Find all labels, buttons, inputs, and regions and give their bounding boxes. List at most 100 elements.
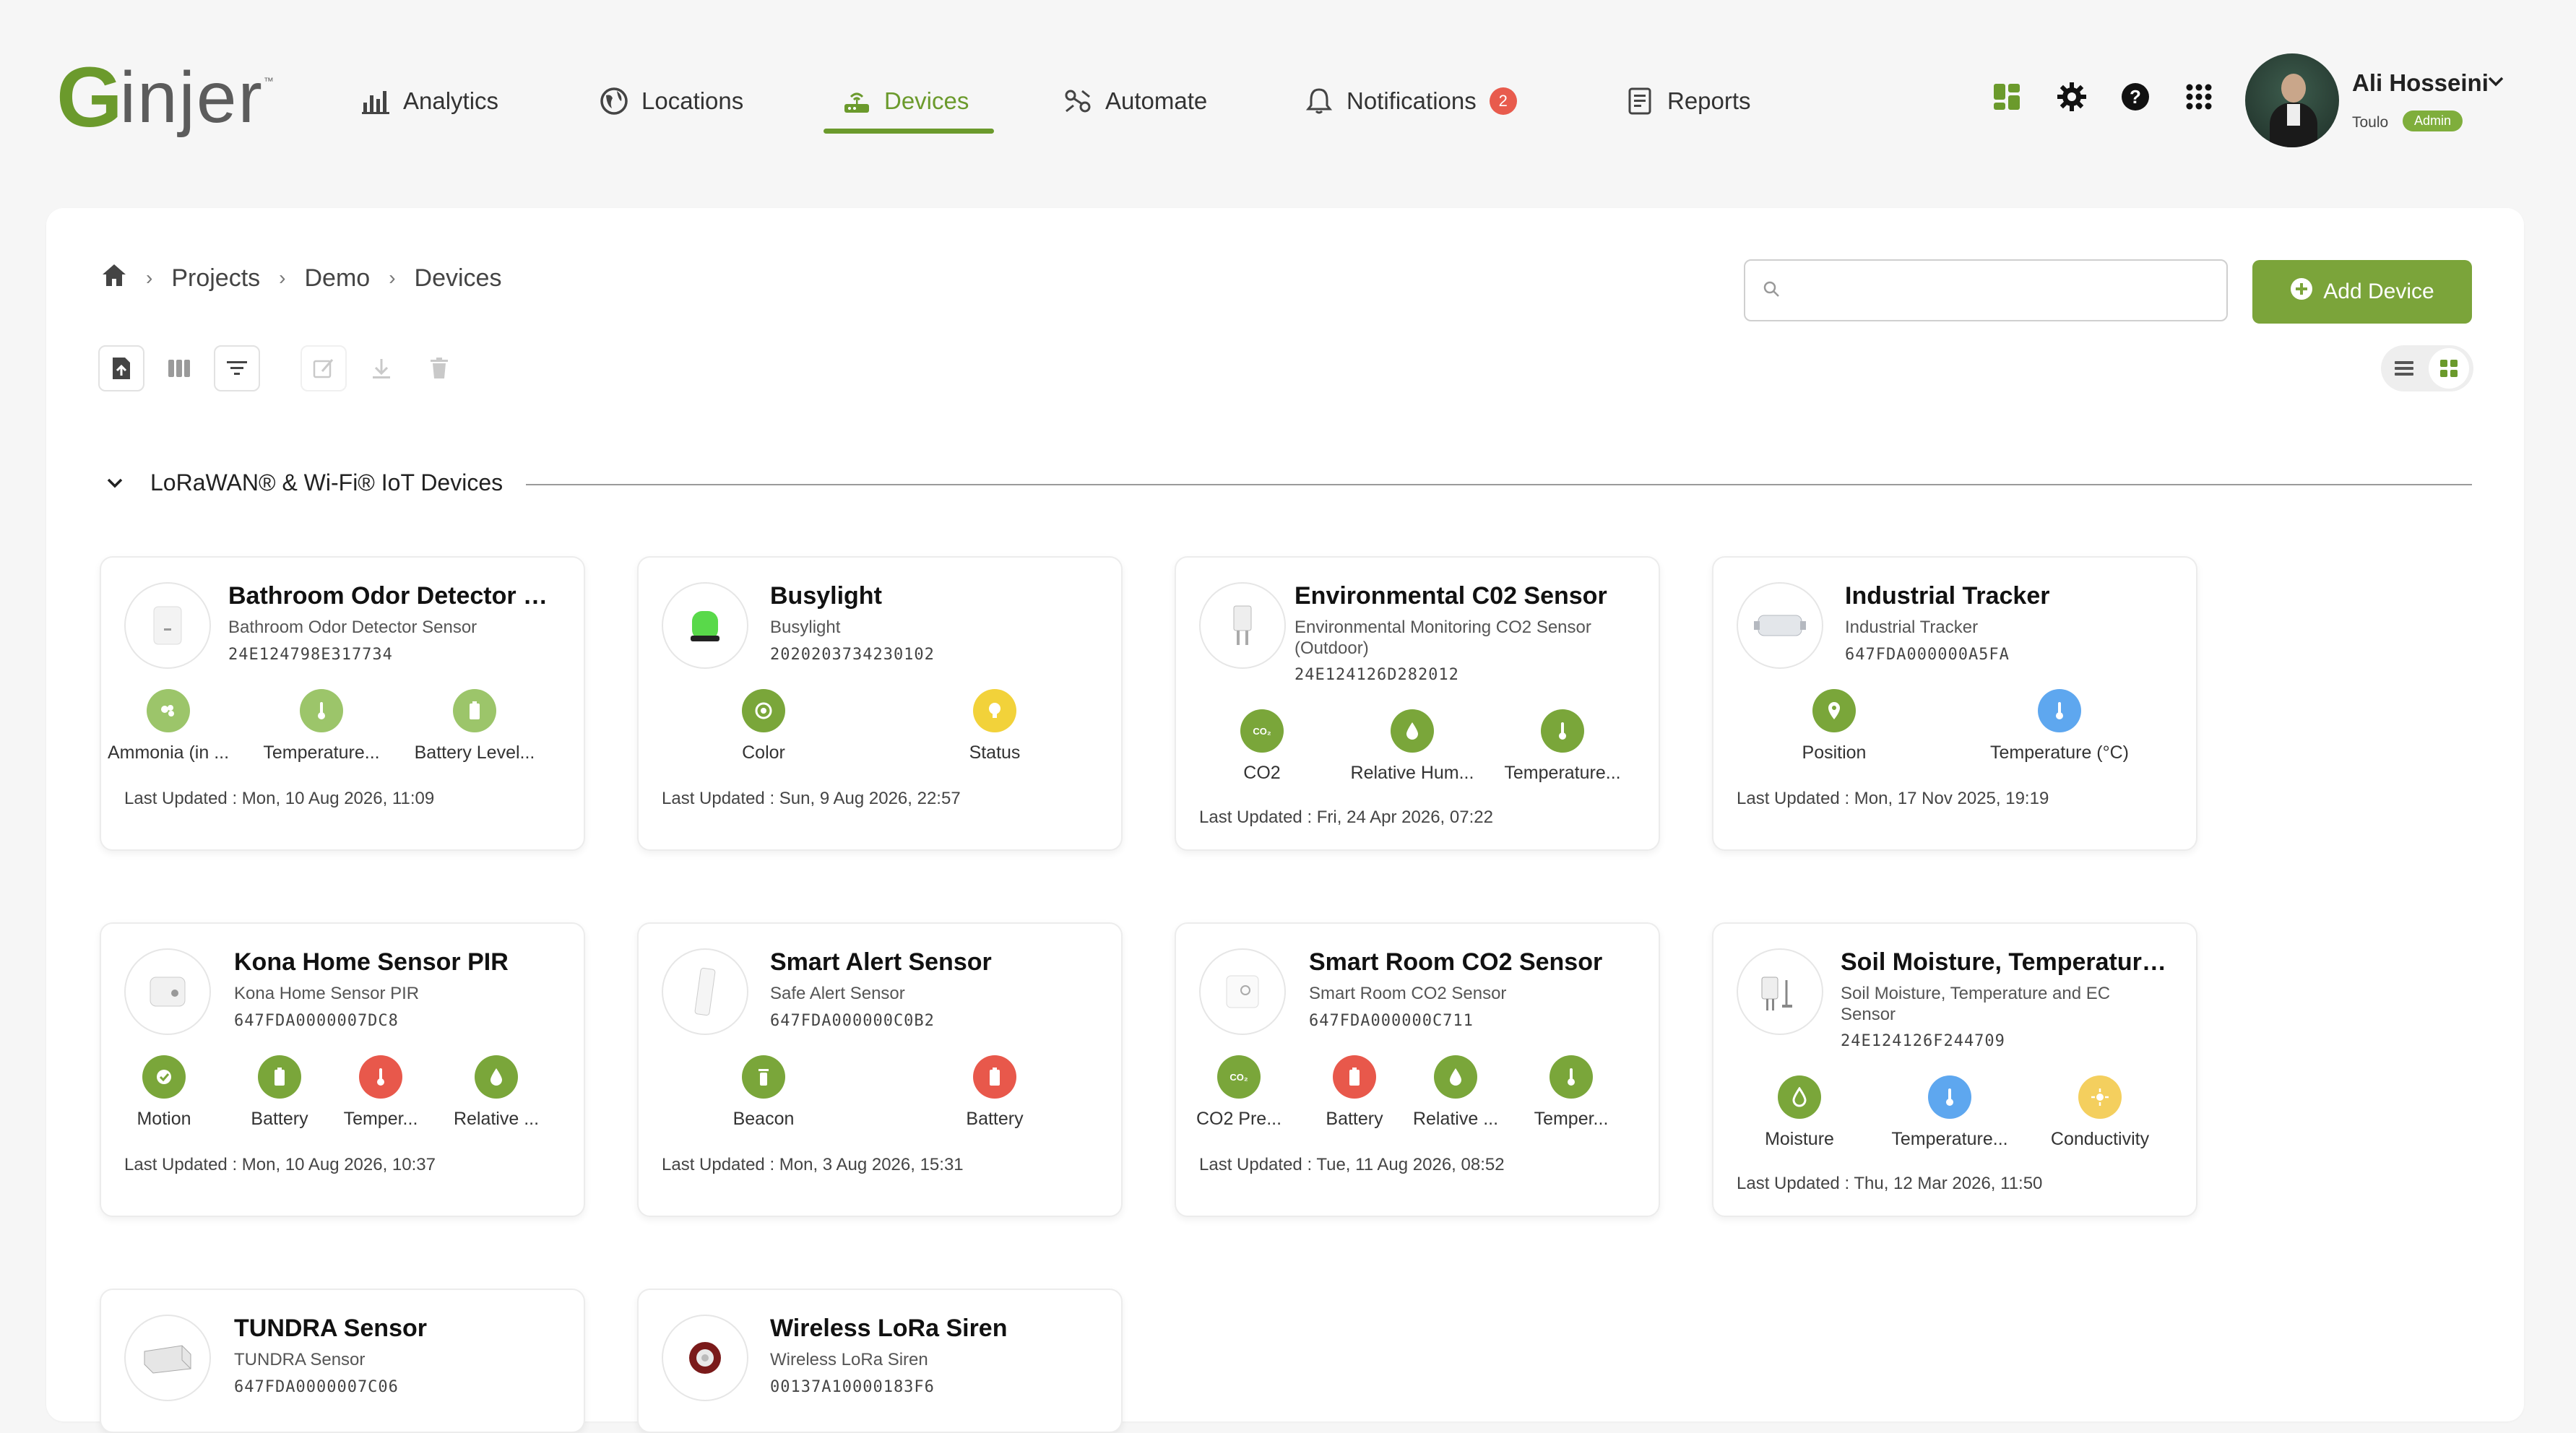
metric[interactable]: Temperature (°C) bbox=[1976, 689, 2143, 763]
nav-notifications[interactable]: Notifications 2 bbox=[1305, 72, 1517, 130]
thermometer-icon bbox=[1550, 1055, 1593, 1099]
metric[interactable]: Status bbox=[926, 689, 1063, 763]
breadcrumb-demo[interactable]: Demo bbox=[304, 264, 370, 293]
search-icon bbox=[1763, 280, 1781, 303]
metric[interactable]: Color bbox=[695, 689, 832, 763]
metric[interactable]: Temper... bbox=[1517, 1055, 1625, 1130]
device-id: 2020203734230102 bbox=[770, 646, 935, 664]
metric[interactable]: Temperature... bbox=[1881, 1075, 2018, 1150]
edit-icon bbox=[313, 359, 334, 378]
ginjer-logo[interactable]: G injer ™ bbox=[56, 51, 274, 144]
nav-automate[interactable]: Automate bbox=[1063, 72, 1207, 130]
metric[interactable]: Battery bbox=[926, 1055, 1063, 1130]
metric[interactable]: Relative Hum... bbox=[1344, 709, 1481, 784]
device-card[interactable]: Busylight Busylight 2020203734230102 Col… bbox=[637, 556, 1123, 851]
nav-devices-label: Devices bbox=[884, 87, 969, 114]
nav-reports-label: Reports bbox=[1667, 87, 1751, 114]
metric-label: Status bbox=[969, 743, 1021, 763]
device-title[interactable]: Industrial Tracker bbox=[1845, 582, 2170, 610]
nav-analytics[interactable]: Analytics bbox=[361, 72, 498, 130]
device-title[interactable]: Kona Home Sensor PIR bbox=[234, 948, 559, 977]
chevron-down-icon[interactable] bbox=[2485, 71, 2507, 96]
add-device-button[interactable]: Add Device bbox=[2252, 260, 2472, 324]
metric-label: Temper... bbox=[1534, 1109, 1609, 1129]
device-subtitle: Smart Room CO2 Sensor bbox=[1309, 984, 1507, 1003]
device-card[interactable]: Smart Room CO2 Sensor Smart Room CO2 Sen… bbox=[1175, 922, 1660, 1217]
search-input[interactable] bbox=[1744, 259, 2228, 321]
logo-trademark: ™ bbox=[263, 75, 274, 87]
active-tab-indicator bbox=[824, 129, 994, 134]
metric[interactable]: Relative ... bbox=[442, 1055, 550, 1130]
device-card[interactable]: Environmental C02 Sensor Environmental M… bbox=[1175, 556, 1660, 851]
avatar-head bbox=[2281, 74, 2306, 103]
nav-reports[interactable]: Reports bbox=[1625, 72, 1751, 130]
user-name[interactable]: Ali Hosseini bbox=[2352, 69, 2489, 97]
device-card[interactable]: Bathroom Odor Detector Se... Bathroom Od… bbox=[100, 556, 585, 851]
conductivity-icon bbox=[2078, 1075, 2122, 1119]
download-button[interactable] bbox=[358, 345, 405, 391]
filter-button[interactable] bbox=[214, 345, 260, 391]
breadcrumb: › Projects › Demo › Devices bbox=[101, 260, 501, 296]
metric[interactable]: Temper... bbox=[327, 1055, 435, 1130]
device-title[interactable]: Smart Room CO2 Sensor bbox=[1309, 948, 1634, 977]
device-card[interactable]: Wireless LoRa Siren Wireless LoRa Siren … bbox=[637, 1289, 1123, 1433]
avatar[interactable] bbox=[2245, 53, 2339, 147]
breadcrumb-projects[interactable]: Projects bbox=[171, 264, 260, 293]
metric[interactable]: Temperature... bbox=[1494, 709, 1631, 784]
gear-icon[interactable] bbox=[2054, 79, 2089, 114]
device-card[interactable]: TUNDRA Sensor TUNDRA Sensor 647FDA000000… bbox=[100, 1289, 585, 1433]
home-icon[interactable] bbox=[101, 263, 127, 294]
device-title[interactable]: Busylight bbox=[770, 582, 1095, 610]
edit-button[interactable] bbox=[301, 345, 347, 391]
list-view-icon[interactable] bbox=[2384, 348, 2424, 389]
metric[interactable]: Battery Level... bbox=[406, 689, 543, 763]
export-file-button[interactable] bbox=[98, 345, 144, 391]
device-card[interactable]: Kona Home Sensor PIR Kona Home Sensor PI… bbox=[100, 922, 585, 1217]
device-card[interactable]: Industrial Tracker Industrial Tracker 64… bbox=[1712, 556, 2197, 851]
metric[interactable]: Ammonia (in ... bbox=[101, 689, 237, 763]
help-icon[interactable]: ? bbox=[2118, 79, 2153, 114]
delete-button[interactable] bbox=[416, 345, 462, 391]
device-card[interactable]: Smart Alert Sensor Safe Alert Sensor 647… bbox=[637, 922, 1123, 1217]
metric[interactable]: Beacon bbox=[695, 1055, 832, 1130]
device-thumbnail bbox=[662, 948, 748, 1035]
grid-view-icon[interactable] bbox=[2429, 348, 2469, 389]
metric[interactable]: Temperature... bbox=[253, 689, 390, 763]
metric-label: Temperature... bbox=[1891, 1129, 2008, 1149]
metric[interactable]: Moisture bbox=[1731, 1075, 1868, 1150]
moisture-icon bbox=[1778, 1075, 1821, 1119]
device-card[interactable]: Soil Moisture, Temperature ... Soil Mois… bbox=[1712, 922, 2197, 1217]
nav-locations-label: Locations bbox=[641, 87, 744, 114]
metric[interactable]: Relative ... bbox=[1401, 1055, 1510, 1130]
nav-devices[interactable]: Devices bbox=[842, 72, 969, 130]
apps-grid-icon[interactable] bbox=[2182, 79, 2216, 114]
device-title[interactable]: TUNDRA Sensor bbox=[234, 1315, 559, 1343]
last-updated: Last Updated : Mon, 17 Nov 2025, 19:19 bbox=[1737, 789, 2049, 808]
device-title[interactable]: Smart Alert Sensor bbox=[770, 948, 1095, 977]
nav-locations[interactable]: Locations bbox=[600, 72, 743, 130]
device-title[interactable]: Bathroom Odor Detector Se... bbox=[228, 582, 561, 610]
user-organization: Toulo bbox=[2352, 114, 2389, 131]
device-thumbnail bbox=[1199, 582, 1286, 669]
device-title[interactable]: Soil Moisture, Temperature ... bbox=[1841, 948, 2173, 977]
metric-label: Relative Hum... bbox=[1350, 763, 1474, 783]
device-title[interactable]: Environmental C02 Sensor bbox=[1295, 582, 1634, 610]
thermometer-icon bbox=[359, 1055, 402, 1099]
bar-chart-icon bbox=[361, 87, 390, 116]
battery-icon bbox=[453, 689, 496, 732]
metric-label: Position bbox=[1802, 743, 1867, 763]
metric[interactable]: CO₂ CO2 bbox=[1193, 709, 1331, 784]
metric[interactable]: Position bbox=[1765, 689, 1903, 763]
device-subtitle: Soil Moisture, Temperature and EC Sensor bbox=[1841, 984, 2111, 1024]
collapse-section-chevron-icon[interactable] bbox=[103, 471, 127, 499]
last-updated: Last Updated : Sun, 9 Aug 2026, 22:57 bbox=[662, 789, 961, 808]
columns-button[interactable] bbox=[156, 345, 202, 391]
metric[interactable]: Conductivity bbox=[2031, 1075, 2169, 1150]
device-title[interactable]: Wireless LoRa Siren bbox=[770, 1315, 1095, 1343]
svg-text:CO₂: CO₂ bbox=[1229, 1072, 1248, 1083]
device-id: 24E124798E317734 bbox=[228, 646, 393, 664]
dashboard-layout-icon[interactable] bbox=[1989, 79, 2024, 114]
device-subtitle: Kona Home Sensor PIR bbox=[234, 984, 420, 1003]
device-id: 24E124126F244709 bbox=[1841, 1032, 2005, 1050]
thermometer-icon bbox=[1928, 1075, 1971, 1119]
